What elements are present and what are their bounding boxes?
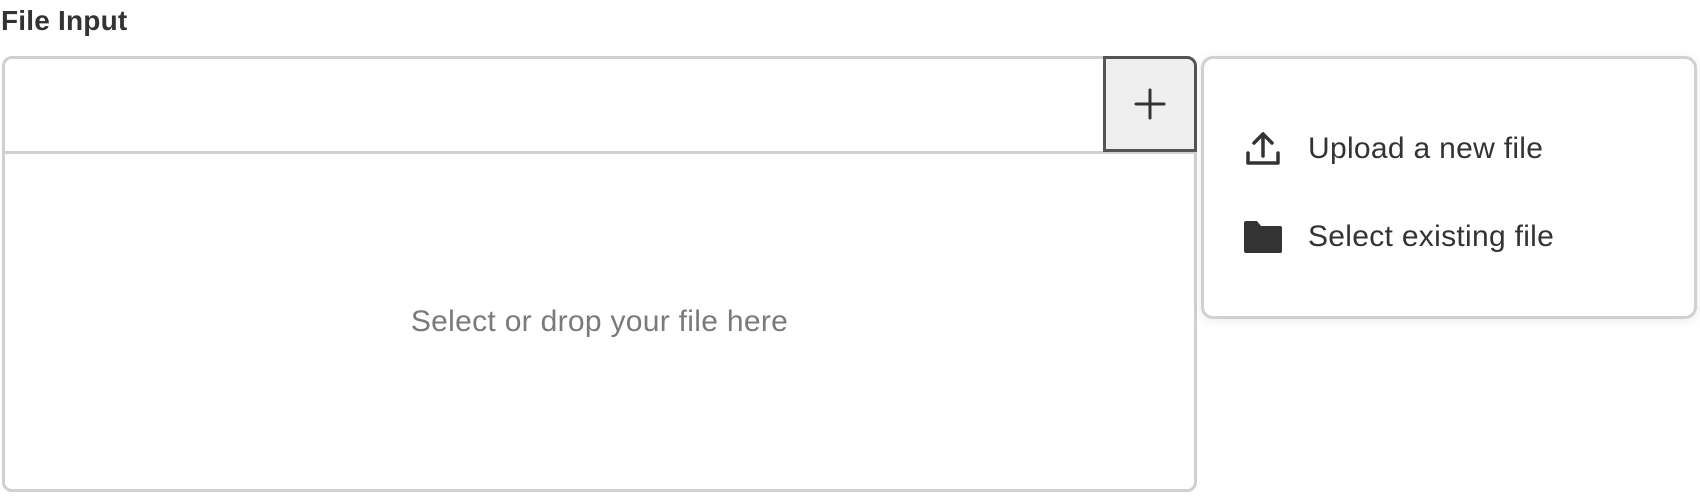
menu-item-select-existing[interactable]: Select existing file (1240, 212, 1554, 262)
menu-item-label: Upload a new file (1308, 132, 1544, 165)
file-input-header (5, 56, 1197, 154)
field-label: File Input (1, 5, 128, 36)
menu-item-label: Select existing file (1308, 220, 1555, 253)
folder-icon (1240, 214, 1286, 260)
file-source-menu: Upload a new file Select existing file (1201, 56, 1697, 319)
file-input[interactable]: Select or drop your file here (2, 56, 1197, 492)
upload-icon (1240, 126, 1286, 172)
plus-icon (1134, 88, 1166, 120)
menu-item-upload[interactable]: Upload a new file (1240, 124, 1543, 174)
add-file-button[interactable] (1103, 56, 1197, 152)
drop-zone[interactable]: Select or drop your file here (5, 154, 1194, 489)
drop-zone-text: Select or drop your file here (410, 304, 789, 338)
